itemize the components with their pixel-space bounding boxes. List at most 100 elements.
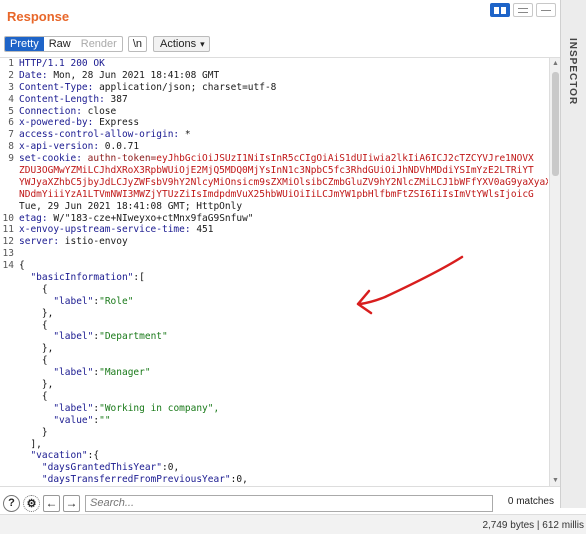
code-line: Content-Length: 387 xyxy=(19,94,548,106)
inspector-sidebar[interactable]: INSPECTOR xyxy=(560,0,586,508)
code-line: "basicInformation":[ xyxy=(19,272,548,284)
line-number xyxy=(0,201,16,213)
line-number xyxy=(0,189,16,201)
line-number xyxy=(0,355,16,367)
code-line: YWJyaXZhbC5jbyJdLCJyZWFsbV9hY2NlcyMiOnsi… xyxy=(19,177,548,189)
json-punctuation xyxy=(19,296,53,307)
code-line: { xyxy=(19,260,548,272)
code-line: Tue, 29 Jun 2021 18:41:08 GMT; HttpOnly xyxy=(19,201,548,213)
json-value: 0, xyxy=(167,462,180,474)
code-line: }, xyxy=(19,379,548,391)
line-number: 13 xyxy=(2,248,14,260)
line-number xyxy=(0,367,16,379)
json-punctuation: { xyxy=(19,260,25,272)
line-number: 7 xyxy=(8,129,14,141)
scroll-down-icon[interactable]: ▼ xyxy=(552,477,559,484)
header-value: 0.0.71 xyxy=(99,141,140,153)
json-key: "daysTransferredFromPreviousYear" xyxy=(41,474,231,486)
line-number xyxy=(0,284,16,296)
json-punctuation: { xyxy=(19,283,48,295)
code-line: set-cookie: authn-token=eyJhbGciOiJSUzI1… xyxy=(19,153,548,165)
line-number xyxy=(0,403,16,415)
json-value: "Working in company", xyxy=(99,402,220,414)
json-punctuation xyxy=(19,415,53,426)
cookie-value: ZDU3OGMwYZMiLCJhdXRoX3RpbWUiOjE2MjQ5MDQ0… xyxy=(19,165,534,177)
tab-render[interactable]: Render xyxy=(76,37,122,51)
json-punctuation: ], xyxy=(19,438,42,450)
header-value: W/"183-cze+NIweyxo+ctMnx9faG9Snfuw" xyxy=(47,212,254,224)
next-match-icon[interactable]: → xyxy=(63,494,80,512)
json-punctuation xyxy=(19,450,30,461)
match-count: 0 matches xyxy=(507,496,554,507)
search-input[interactable] xyxy=(85,494,493,512)
vertical-scrollbar[interactable]: ▲ ▼ xyxy=(549,58,560,486)
response-size-time: 2,749 bytes | 612 millis xyxy=(482,520,584,531)
horizontal-view-icon[interactable] xyxy=(513,3,533,17)
json-value: "Manager" xyxy=(99,367,151,379)
header-value: 387 xyxy=(104,93,128,105)
header-name: x-api-version: xyxy=(19,141,100,153)
json-key: "label" xyxy=(53,402,94,414)
json-punctuation xyxy=(19,462,42,473)
line-number xyxy=(0,177,16,189)
header-value: Mon, 28 Jun 2021 18:41:08 GMT xyxy=(47,69,220,81)
tab-pretty[interactable]: Pretty xyxy=(5,37,44,51)
inspector-label: INSPECTOR xyxy=(567,38,578,106)
scroll-up-icon[interactable]: ▲ xyxy=(552,60,559,67)
help-icon[interactable]: ? xyxy=(3,494,20,512)
header-name: Connection: xyxy=(19,105,82,117)
line-number xyxy=(0,272,16,284)
scrollbar-thumb[interactable] xyxy=(552,72,559,176)
cookie-value: YWJyaXZhbC5jbyJdLCJyZWFsbV9hY2NlcyMiOnsi… xyxy=(19,176,548,188)
response-toolbar: Pretty Raw Render \n Actions ▾ xyxy=(4,35,210,53)
header-name: Content-Length: xyxy=(19,93,105,105)
line-number xyxy=(0,450,16,462)
response-editor[interactable]: 1 2 3 4 5 6 7 8 9 10 11 12 13 14 HTTP/1.1 200 OK Date:… xyxy=(0,57,560,487)
code-line: } xyxy=(19,427,548,439)
tab-raw[interactable]: Raw xyxy=(44,37,76,51)
line-number-gutter: 1 2 3 4 5 6 7 8 9 10 11 12 13 14 xyxy=(0,58,16,486)
line-number: 5 xyxy=(8,105,14,117)
show-newlines-button[interactable]: \n xyxy=(127,36,148,52)
header-name: x-powered-by: xyxy=(19,117,94,129)
line-number: 4 xyxy=(8,93,14,105)
json-key: "label" xyxy=(53,295,94,307)
json-punctuation xyxy=(19,474,42,485)
search-bar: ? ⚙ ← → 0 matches xyxy=(0,492,560,514)
code-line: "label":"Manager" xyxy=(19,367,548,379)
json-key: "vacation" xyxy=(30,450,88,462)
actions-dropdown[interactable]: Actions ▾ xyxy=(153,36,210,52)
code-line: x-envoy-upstream-service-time: 451 xyxy=(19,224,548,236)
code-line: { xyxy=(19,284,548,296)
code-line: ], xyxy=(19,439,548,451)
json-punctuation: :{ xyxy=(87,450,100,462)
json-punctuation: { xyxy=(19,319,48,331)
json-punctuation: { xyxy=(19,355,48,367)
gear-icon[interactable]: ⚙ xyxy=(23,494,40,512)
single-view-icon[interactable] xyxy=(536,3,556,17)
code-line: access-control-allow-origin: * xyxy=(19,129,548,141)
line-number: 14 xyxy=(2,260,14,272)
status-bar: 2,749 bytes | 612 millis xyxy=(0,514,586,534)
json-punctuation: } xyxy=(19,426,48,438)
header-name: access-control-allow-origin: xyxy=(19,129,180,141)
code-line: "label":"Working in company", xyxy=(19,403,548,415)
json-punctuation xyxy=(19,331,53,342)
json-punctuation: { xyxy=(19,390,48,402)
cookie-key: authn-token= xyxy=(81,153,157,165)
line-number: 9 xyxy=(8,153,14,165)
actions-label: Actions xyxy=(160,38,197,50)
response-code[interactable]: HTTP/1.1 200 OK Date: Mon, 28 Jun 2021 18… xyxy=(19,58,548,486)
previous-match-icon[interactable]: ← xyxy=(43,494,60,512)
json-punctuation: }, xyxy=(19,307,54,319)
header-name: x-envoy-upstream-service-time: xyxy=(19,224,191,236)
json-punctuation: }, xyxy=(19,379,54,391)
header-name: server: xyxy=(19,236,60,248)
code-line: Date: Mon, 28 Jun 2021 18:41:08 GMT xyxy=(19,70,548,82)
line-number xyxy=(0,343,16,355)
header-name: etag: xyxy=(19,212,48,224)
split-view-icon[interactable] xyxy=(490,3,510,17)
line-number: 10 xyxy=(2,212,14,224)
code-line: "value":"" xyxy=(19,415,548,427)
code-line: "daysGrantedThisYear":0, xyxy=(19,462,548,474)
